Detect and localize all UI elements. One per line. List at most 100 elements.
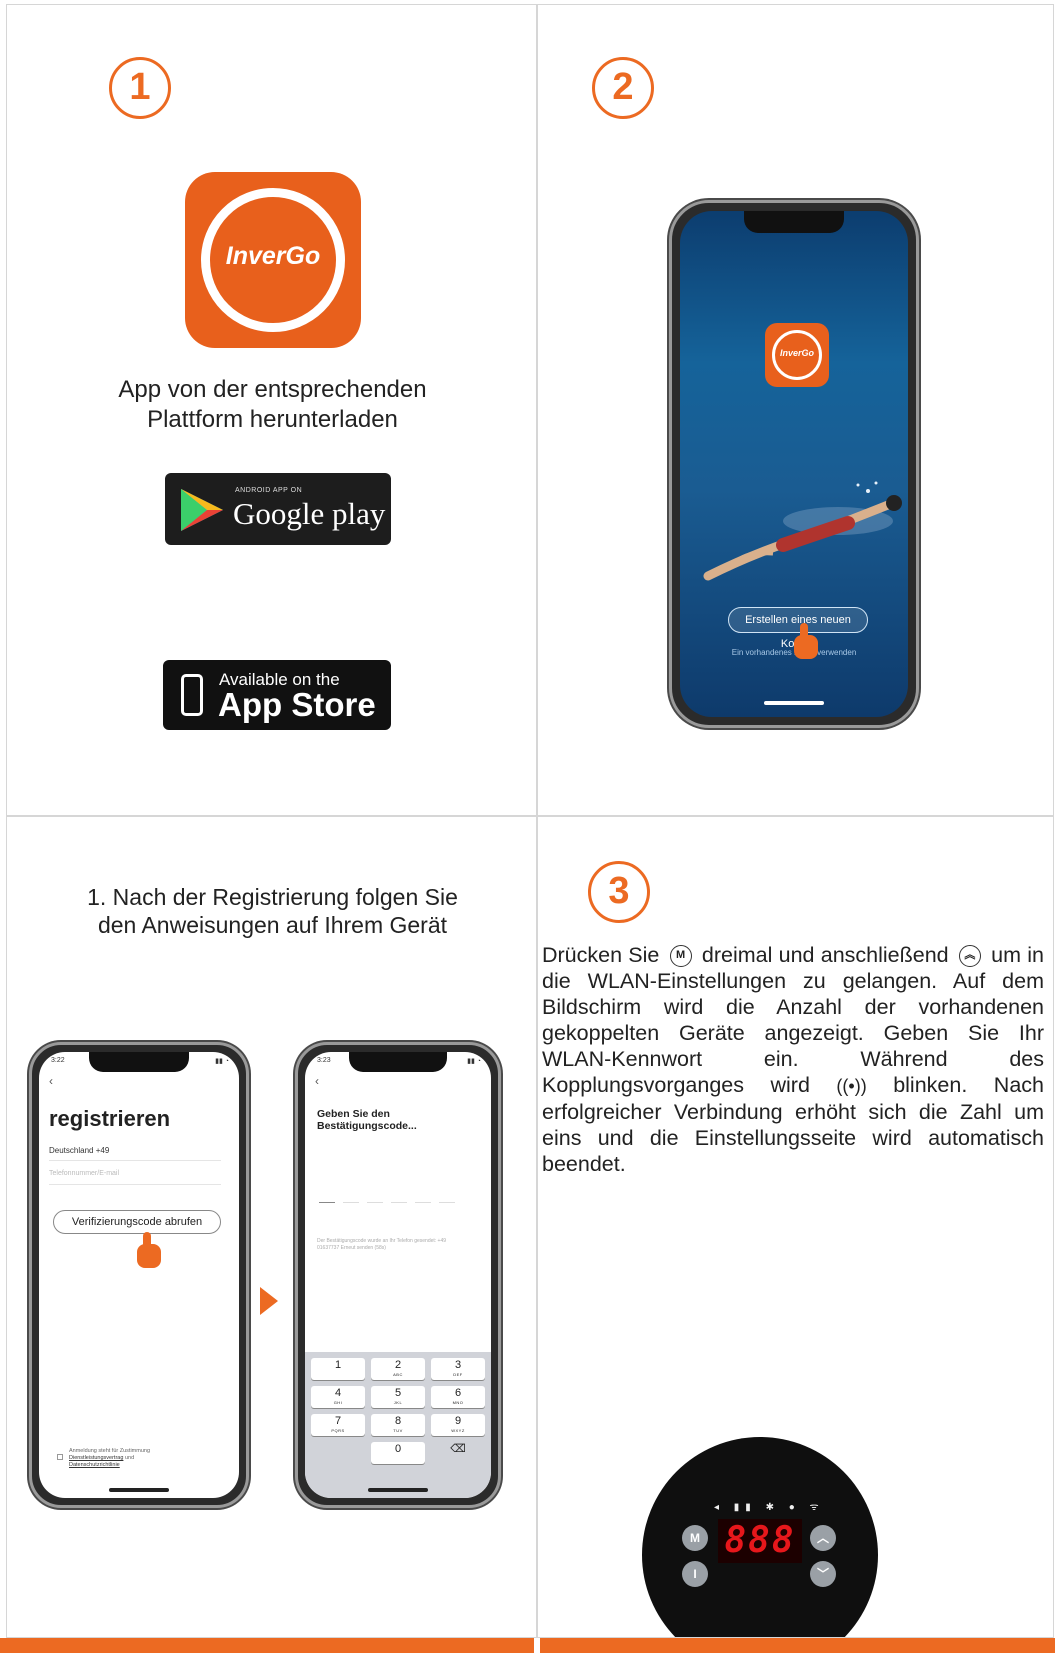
key-digit: 0 (394, 1443, 402, 1455)
keypad-key[interactable]: 0 (371, 1442, 425, 1464)
privacy-policy-link[interactable]: Datenschutzrichtlinie (69, 1462, 120, 1468)
step-1-panel: 1 InverGo App von der entsprechenden Pla… (6, 4, 537, 816)
key-digit: 6 (454, 1387, 462, 1399)
phone-register: 3:22 ▮▮ ◔ ‹ registrieren Deutschland +49… (29, 1042, 249, 1508)
keypad-key[interactable]: 6 MNO (431, 1386, 485, 1408)
google-play-badge[interactable]: ANDROID APP ON Google play (165, 473, 391, 545)
verification-note: Der Bestätigungscode wurde an Ihr Telefo… (317, 1238, 447, 1251)
key-digit: 1 (334, 1359, 342, 1371)
panel-status-icons: ◂ ▮▮ ✱ ● ᯤ (714, 1502, 825, 1513)
code-digit-slot[interactable] (439, 1202, 455, 1203)
panel-down-button[interactable]: ﹀ (810, 1561, 836, 1587)
code-digit-slot[interactable] (391, 1202, 407, 1203)
consent-checkbox[interactable] (57, 1454, 63, 1460)
footer-bar-left (0, 1638, 534, 1653)
key-letters: PQRS (331, 1428, 345, 1433)
register-instruction-line1: 1. Nach der Registrierung folgen Sie (87, 884, 458, 910)
instr-part1: Drücken Sie (542, 943, 660, 967)
key-digit: 5 (394, 1387, 402, 1399)
footer-bar-right (540, 1638, 1055, 1653)
key-digit: 3 (454, 1359, 462, 1371)
key-digit: 9 (454, 1415, 462, 1427)
step-1-number: 1 (109, 57, 171, 119)
key-digit: 7 (334, 1415, 342, 1427)
verification-screen: 3:23 ▮▮ ◔ ‹ Geben Sie den Bestätigungsco… (305, 1052, 491, 1498)
download-instruction: App von der entsprechenden Plattform her… (7, 375, 536, 435)
numeric-keypad: 1 2 ABC 3 DEF 4 GHI 5 JKL 6 MNO 7 PQRS 8 TUV 9 WXYZ 0 ⌫ (305, 1352, 491, 1498)
iphone-icon (181, 674, 203, 716)
country-selector[interactable]: Deutschland +49 (49, 1146, 109, 1155)
invergo-app-icon: InverGo (765, 323, 829, 387)
panel-m-button[interactable]: M (682, 1525, 708, 1551)
swimmer-illustration (703, 481, 902, 581)
register-instruction: 1. Nach der Registrierung folgen Sie den… (7, 883, 536, 939)
up-button-icon: ︽ (958, 945, 981, 967)
key-letters: GHI (333, 1400, 343, 1405)
control-panel: ◂ ▮▮ ✱ ● ᯤ M I 888 ︿ ﹀ (642, 1437, 878, 1637)
instr-part2: dreimal und anschließend (701, 943, 949, 967)
m-button-icon: M (669, 945, 692, 967)
app-icon-label: InverGo (779, 348, 814, 358)
service-agreement-link[interactable]: Dienstleistungsvertrag (69, 1455, 123, 1461)
keypad-key[interactable]: 4 GHI (311, 1386, 365, 1408)
divider (49, 1160, 221, 1161)
consent-and: und (124, 1455, 135, 1461)
code-digit-slot[interactable] (415, 1202, 431, 1203)
status-time: 3:22 (51, 1057, 65, 1064)
back-icon[interactable]: ‹ (315, 1074, 319, 1088)
panel-power-button[interactable]: I (682, 1561, 708, 1587)
status-icons: ▮▮ ◔ (467, 1058, 481, 1065)
app-store-big-text: App Store (218, 686, 376, 723)
download-text-line1: App von der entsprechenden (118, 376, 427, 403)
app-icon-label: InverGo (225, 242, 321, 270)
home-indicator (368, 1488, 428, 1492)
google-play-icon (181, 489, 223, 531)
led-display: 888 (718, 1519, 802, 1563)
wifi-icon: ((•)) (836, 1076, 867, 1096)
phone-verification: 3:23 ▮▮ ◔ ‹ Geben Sie den Bestätigungsco… (295, 1042, 501, 1508)
invergo-app-icon[interactable]: InverGo (185, 172, 361, 348)
divider (49, 1184, 221, 1185)
phone-mockup: InverGo Erstellen eines neuen Kontos Ein… (669, 200, 919, 728)
consent-text: Anmeldung steht für Zustimmung Dienstlei… (57, 1448, 229, 1469)
key-digit: ⌫ (450, 1443, 466, 1455)
key-letters: JKL (393, 1400, 403, 1405)
phone-notch (89, 1052, 189, 1072)
keypad-key[interactable]: 2 ABC (371, 1358, 425, 1380)
step-3-number: 3 (588, 861, 650, 923)
tap-hand-icon (794, 623, 818, 659)
keypad-key[interactable]: 9 WXYZ (431, 1414, 485, 1436)
key-letters: ABC (393, 1372, 403, 1377)
home-indicator (109, 1488, 169, 1492)
register-screen: 3:22 ▮▮ ◔ ‹ registrieren Deutschland +49… (39, 1052, 239, 1498)
phone-notch (349, 1052, 447, 1072)
code-digit-slot[interactable] (367, 1202, 383, 1203)
google-play-small-text: ANDROID APP ON (235, 487, 303, 494)
home-indicator (764, 701, 824, 705)
keypad-key[interactable]: 1 (311, 1358, 365, 1380)
panel-up-button[interactable]: ︿ (810, 1525, 836, 1551)
keypad-key[interactable]: 3 DEF (431, 1358, 485, 1380)
key-letters: DEF (453, 1372, 463, 1377)
instruction-grid: 1 InverGo App von der entsprechenden Pla… (0, 0, 1055, 1653)
step-3-panel: 3 Drücken Sie M dreimal und anschließend… (537, 816, 1054, 1638)
keypad-key[interactable]: 5 JKL (371, 1386, 425, 1408)
google-play-big-text: Google play (233, 496, 386, 531)
phone-notch (744, 211, 844, 233)
code-digit-slot[interactable] (319, 1202, 335, 1203)
code-digit-slot[interactable] (343, 1202, 359, 1203)
register-panel: 1. Nach der Registrierung folgen Sie den… (6, 816, 537, 1638)
key-letters: MNO (452, 1400, 464, 1405)
keypad-key[interactable]: 8 TUV (371, 1414, 425, 1436)
status-time: 3:23 (317, 1057, 331, 1064)
phone-email-input[interactable]: Telefonnummer/E-mail (49, 1170, 119, 1177)
tap-hand-icon (137, 1232, 161, 1268)
verification-title: Geben Sie den Bestätigungscode... (317, 1108, 417, 1132)
keypad-key[interactable]: 7 PQRS (311, 1414, 365, 1436)
key-digit: 8 (394, 1415, 402, 1427)
app-store-badge[interactable]: Available on the App Store (163, 660, 391, 730)
app-welcome-screen: InverGo Erstellen eines neuen Kontos Ein… (680, 211, 908, 717)
back-icon[interactable]: ‹ (49, 1074, 53, 1088)
next-arrow-icon (260, 1287, 278, 1315)
keypad-key[interactable]: ⌫ (431, 1442, 485, 1464)
